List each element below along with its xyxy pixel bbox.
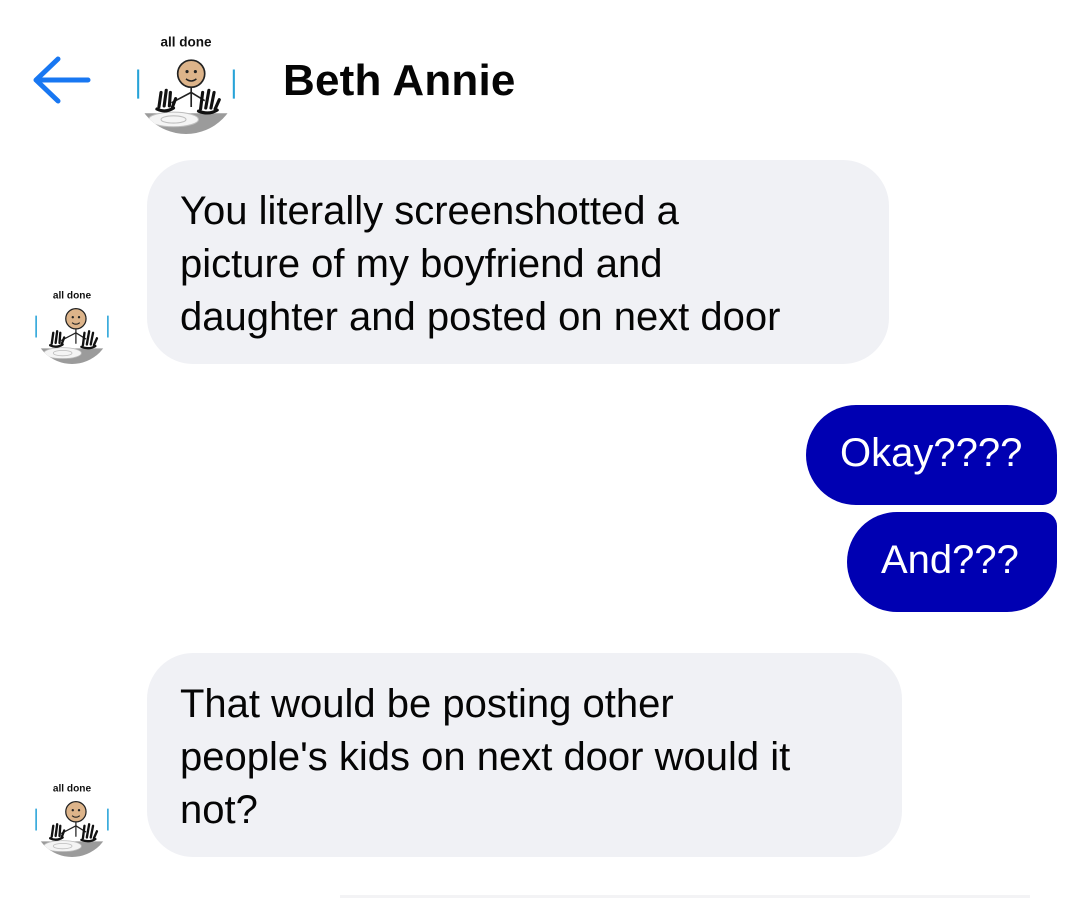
- svg-text:all done: all done: [53, 290, 92, 301]
- contact-name[interactable]: Beth Annie: [283, 56, 516, 106]
- message-line: people's kids on next door would it: [180, 735, 791, 779]
- all-done-symbol-icon: all done: [134, 30, 238, 134]
- message-bubble-outgoing[interactable]: Okay????: [806, 405, 1057, 505]
- message-line: not?: [180, 788, 258, 832]
- message-line: daughter and posted on next door: [180, 295, 781, 339]
- all-done-symbol-icon: all done: [33, 286, 111, 364]
- message-line: picture of my boyfriend and: [180, 242, 663, 286]
- all-done-symbol-icon: all done: [33, 779, 111, 857]
- message-line: Okay????: [840, 431, 1023, 475]
- message-line: That would be posting other: [180, 682, 674, 726]
- svg-text:all done: all done: [160, 35, 212, 50]
- message-line: You literally screenshotted a: [180, 189, 679, 233]
- message-line: And???: [881, 538, 1019, 582]
- message-bubble-outgoing[interactable]: And???: [847, 512, 1057, 612]
- arrow-left-icon: [33, 56, 91, 104]
- conversation-header: all done Beth Annie: [0, 0, 1080, 150]
- message-bubble-incoming[interactable]: That would be posting other people's kid…: [147, 653, 902, 857]
- svg-text:all done: all done: [53, 783, 92, 794]
- back-button[interactable]: [28, 50, 94, 110]
- message-avatar[interactable]: all done: [33, 779, 111, 857]
- contact-avatar[interactable]: all done: [134, 30, 238, 134]
- message-avatar[interactable]: all done: [33, 286, 111, 364]
- message-bubble-incoming[interactable]: You literally screenshotted a picture of…: [147, 160, 889, 364]
